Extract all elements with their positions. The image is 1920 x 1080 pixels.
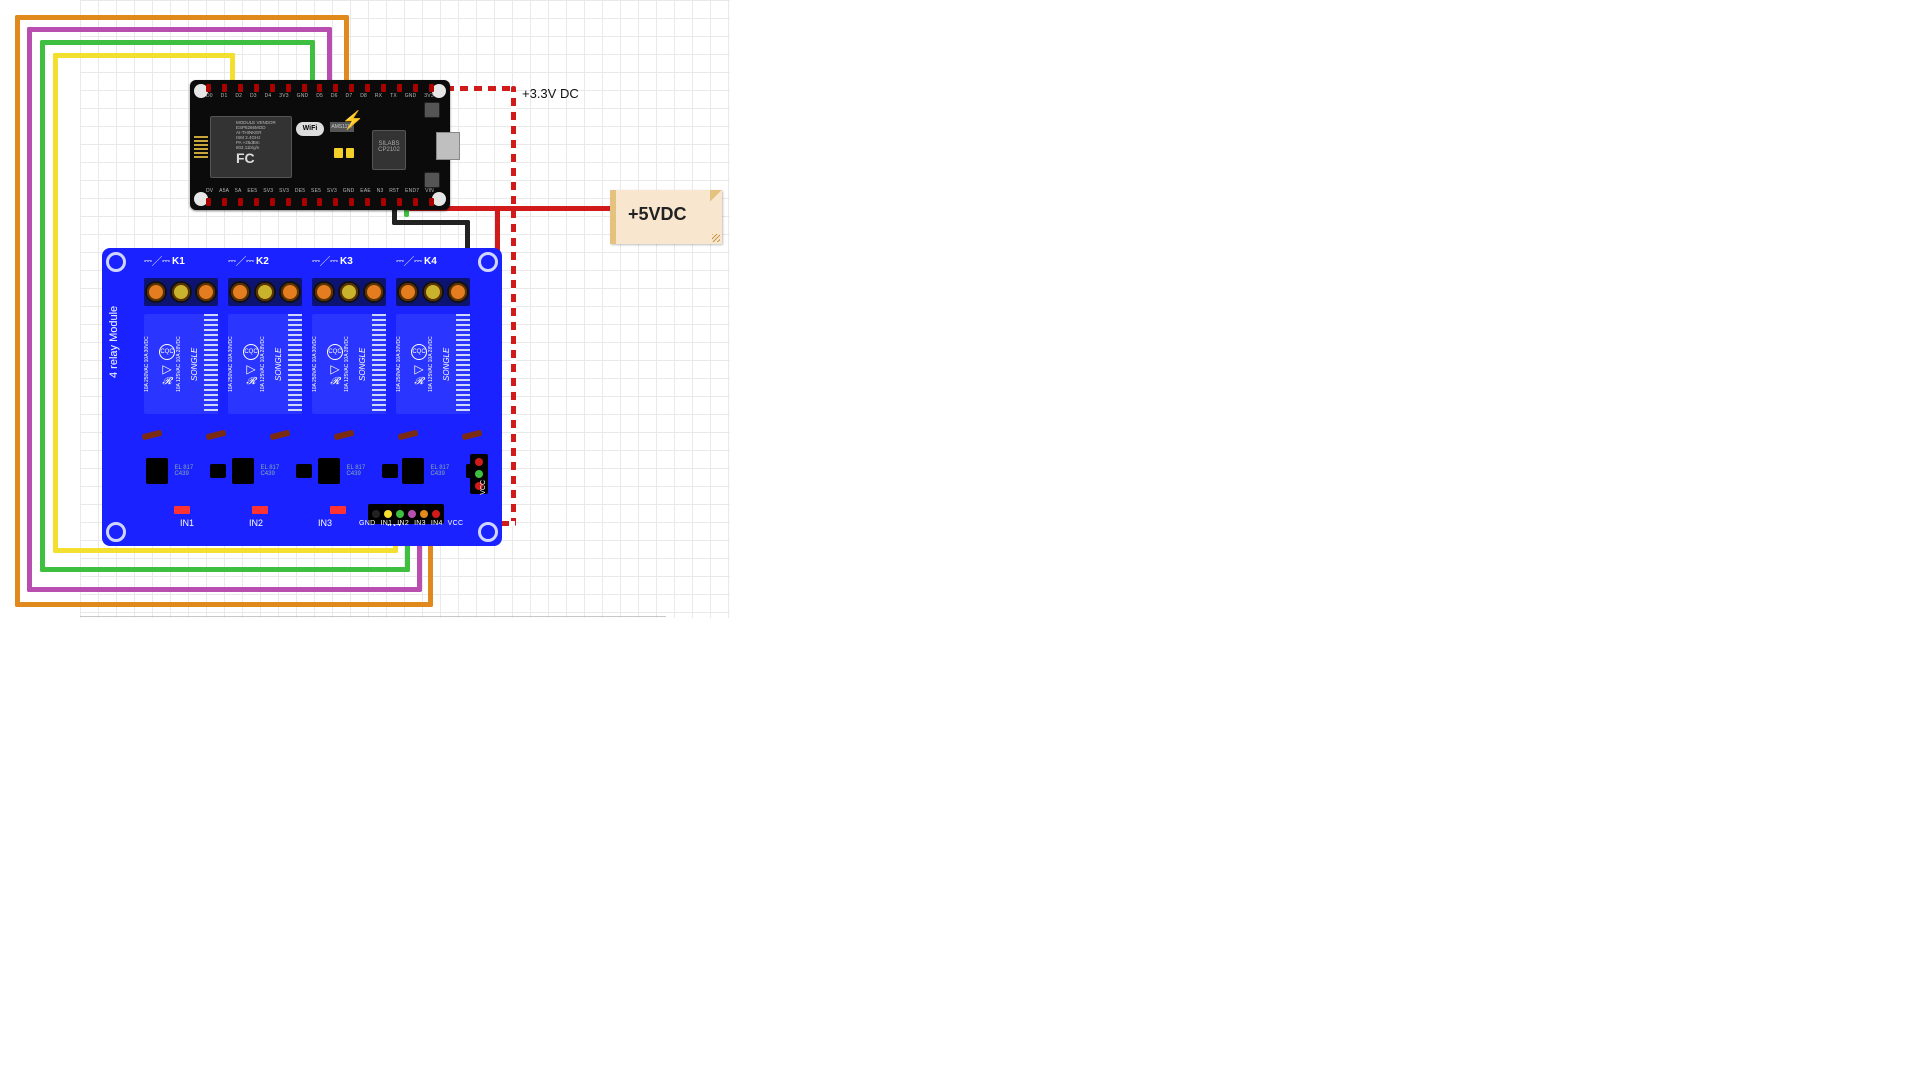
wire-green [40,40,45,572]
wire-yellow [53,53,58,553]
nodemcu-board: WiFi MODULE VENDOR ESP8266MOD AI-THINKER… [190,80,450,210]
wire-orange [15,602,433,607]
relay-body: 10A 250VAC 10A 30VDC CQC▷𝓡 10A 125VAC 10… [396,314,470,414]
cqc-icon: CQC [159,344,175,360]
baseline-rule [80,616,666,617]
relay-module: 4 relay Module K1 ⎓╱⎓ 10A 250VAC 10A 30V… [102,248,502,546]
wire-yellow [53,548,398,553]
flash-button[interactable] [424,102,440,118]
resize-grip-icon[interactable] [712,234,720,242]
screw-terminal[interactable] [312,278,386,306]
screw-terminal[interactable] [144,278,218,306]
mount-hole-icon [106,252,126,272]
status-leds [334,148,354,158]
relay-symbol-icon: ⎓╱⎓ [312,256,372,270]
relay-body: 10A 250VAC 10A 30VDC CQC▷𝓡 10A 125VAC 10… [228,314,302,414]
relay-symbol-icon: ⎓╱⎓ [144,256,204,270]
relay-ratings: 10A 250VAC 10A 30VDC [144,314,158,414]
note-5v[interactable]: +5VDC [610,190,722,244]
resistor-row [142,432,482,452]
annotation-3v3: +3.3V DC [522,86,579,101]
wire-green [40,40,315,45]
wifi-badge: WiFi [296,122,324,136]
wifi-antenna-icon [194,136,208,160]
diagram-canvas: WiFi MODULE VENDOR ESP8266MOD AI-THINKER… [0,0,1920,1080]
reset-button[interactable] [424,172,440,188]
wire-yellow [53,53,235,58]
screw-terminal[interactable] [228,278,302,306]
relay-brand: SONGLE [190,314,204,414]
note-fold-icon [710,190,722,202]
wire-3v3-striped [511,86,516,526]
micro-usb-port[interactable] [436,132,460,160]
wire-purple [327,27,332,85]
pin-header-top[interactable] [206,84,434,92]
mount-hole-icon [478,252,498,272]
arrow-icon: ▷ [162,362,171,376]
mount-hole-icon [106,522,126,542]
wire-purple [27,587,422,592]
control-header-labels: GNDIN1IN2IN3IN4VCC [359,520,463,527]
opto-driver: EL 817 C439 [318,458,398,484]
mount-hole-icon [432,84,446,98]
relay-body: 10A 250VAC 10A 30VDC CQC▷𝓡 10A 125VAC 10… [312,314,386,414]
pin-labels-top: D0D1D2D3D43V3GNDD5D6D7D8RXTXGND3V3 [206,93,434,102]
pin-labels-bottom: DVA5A5AEE5SV3SV3DE5SE5SV3GNDEAEN3R5TEND7… [206,188,434,197]
chip-text: MODULE VENDOR ESP8266MOD AI-THINKER ISM … [236,120,276,150]
wire-purple [27,27,332,32]
opto-driver: EL 817 C439 [146,458,226,484]
flash-icon: ⚡ [342,110,364,131]
relay-symbol-icon: ⎓╱⎓ [228,256,288,270]
screw-terminal[interactable] [396,278,470,306]
relay-coil-icon [204,314,218,414]
relay-body: 10A 250VAC 10A 30VDC CQC ▷𝓡 10A 125VAC 10… [144,314,218,414]
fcc-logo: FC [236,150,255,166]
ul-icon: 𝓡 [162,376,171,387]
wire-purple [27,27,32,592]
wire-orange [15,15,349,20]
wire-orange [15,15,20,607]
relay-ratings: 10A 125VAC 10A 28VDC [176,314,190,414]
wire-green [310,40,315,85]
wire-green [40,567,410,572]
pin-header-bottom[interactable] [206,198,434,206]
opto-driver: EL 817 C439 [232,458,312,484]
usb-serial-chip: SILABS CP2102 [372,130,406,170]
relay-symbol-icon: ⎓╱⎓ [396,256,456,270]
relay-title: 4 relay Module [108,282,122,402]
vcc-label: VCC [480,480,487,495]
wire-orange [344,15,349,85]
mount-hole-icon [432,192,446,206]
mount-hole-icon [478,522,498,542]
wire-gnd-black [392,220,470,225]
note-text: +5VDC [628,204,687,225]
